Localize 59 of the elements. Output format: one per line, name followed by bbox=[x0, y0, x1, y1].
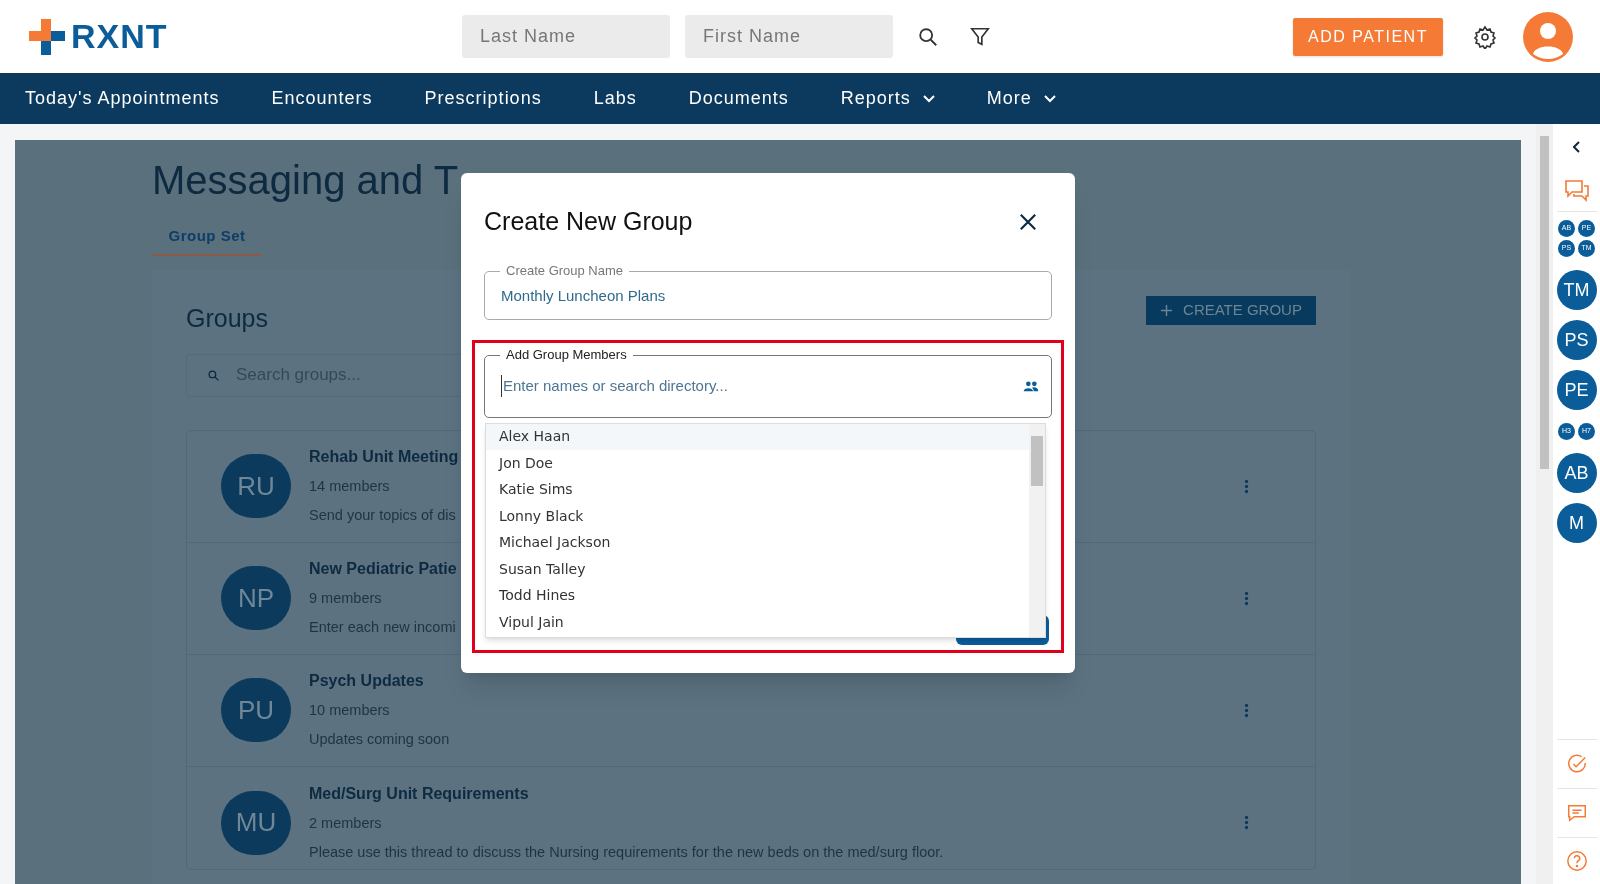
collapse-icon[interactable] bbox=[1572, 141, 1581, 153]
page-title: Messaging and T bbox=[152, 157, 459, 204]
search-field[interactable]: Last Name bbox=[462, 15, 670, 58]
group-avatar: RU bbox=[221, 454, 291, 518]
more-options-icon[interactable] bbox=[1244, 701, 1249, 719]
member-count: 2 members bbox=[309, 813, 382, 833]
dropdown-option[interactable]: Alex Haan bbox=[486, 423, 1029, 450]
close-icon[interactable] bbox=[1019, 212, 1037, 231]
nav-item[interactable]: Documents bbox=[688, 85, 789, 112]
search-icon bbox=[207, 368, 220, 382]
chevron-down-icon bbox=[922, 94, 935, 103]
group-name: Med/Surg Unit Requirements bbox=[309, 783, 529, 804]
member-search-input[interactable]: Enter names or search directory... bbox=[501, 374, 1023, 398]
nav-item[interactable]: More bbox=[986, 85, 1056, 112]
user-avatar[interactable] bbox=[1523, 11, 1573, 62]
user-avatar[interactable]: PS bbox=[1556, 320, 1597, 360]
user-avatar[interactable]: M bbox=[1556, 503, 1597, 543]
group-description: Updates coming soon bbox=[309, 730, 450, 749]
plus-icon bbox=[1160, 304, 1174, 317]
member-count: 9 members bbox=[309, 589, 382, 609]
chat-icon[interactable] bbox=[1563, 179, 1590, 203]
task-check-icon[interactable] bbox=[1565, 753, 1588, 775]
nav-item[interactable]: Prescriptions bbox=[424, 85, 542, 112]
scrollbar[interactable] bbox=[1029, 423, 1045, 637]
nav-item[interactable]: Reports bbox=[840, 85, 935, 112]
logo-text: RXNT bbox=[71, 16, 168, 57]
group-avatar: PU bbox=[221, 678, 291, 742]
user-avatar[interactable]: TM bbox=[1556, 270, 1597, 310]
group-description: Please use this thread to discuss the Nursing requirements for the new beds on the med/surg floor. bbox=[309, 842, 944, 862]
group-avatar: NP bbox=[221, 566, 291, 630]
user-avatar[interactable]: AB bbox=[1556, 453, 1597, 493]
chevron-down-icon bbox=[1043, 94, 1056, 103]
more-options-icon[interactable] bbox=[1244, 814, 1249, 831]
member-count: 10 members bbox=[309, 701, 390, 721]
people-icon[interactable] bbox=[1023, 380, 1039, 392]
message-icon[interactable] bbox=[1565, 802, 1588, 824]
nav-item[interactable]: Encounters bbox=[271, 85, 373, 112]
nav-item[interactable]: Today's Appointments bbox=[25, 85, 220, 112]
settings-icon[interactable] bbox=[1473, 24, 1497, 49]
help-icon[interactable] bbox=[1565, 850, 1588, 872]
scrollbar[interactable] bbox=[1536, 124, 1553, 884]
group-description: Enter each new incomi bbox=[309, 618, 456, 637]
section-title: Groups bbox=[186, 303, 268, 334]
group-avatar: MU bbox=[221, 790, 291, 855]
nav-item[interactable]: Labs bbox=[593, 85, 637, 112]
group-name: Rehab Unit Meeting bbox=[309, 447, 459, 468]
logo-icon bbox=[27, 16, 67, 57]
group-name: Psych Updates bbox=[309, 671, 424, 692]
more-options-icon[interactable] bbox=[1244, 589, 1249, 607]
group-description: Send your topics of dis bbox=[309, 506, 456, 525]
group-name: New Pediatric Patie bbox=[309, 559, 457, 580]
more-options-icon[interactable] bbox=[1244, 477, 1249, 495]
field-value: Monthly Luncheon Plans bbox=[501, 286, 666, 307]
dialog-title: Create New Group bbox=[484, 206, 693, 237]
filter-icon[interactable] bbox=[969, 25, 991, 48]
user-avatar[interactable]: PE bbox=[1556, 370, 1597, 410]
search-icon[interactable] bbox=[917, 25, 939, 48]
search-field[interactable]: First Name bbox=[685, 15, 893, 58]
member-count: 14 members bbox=[309, 477, 390, 497]
